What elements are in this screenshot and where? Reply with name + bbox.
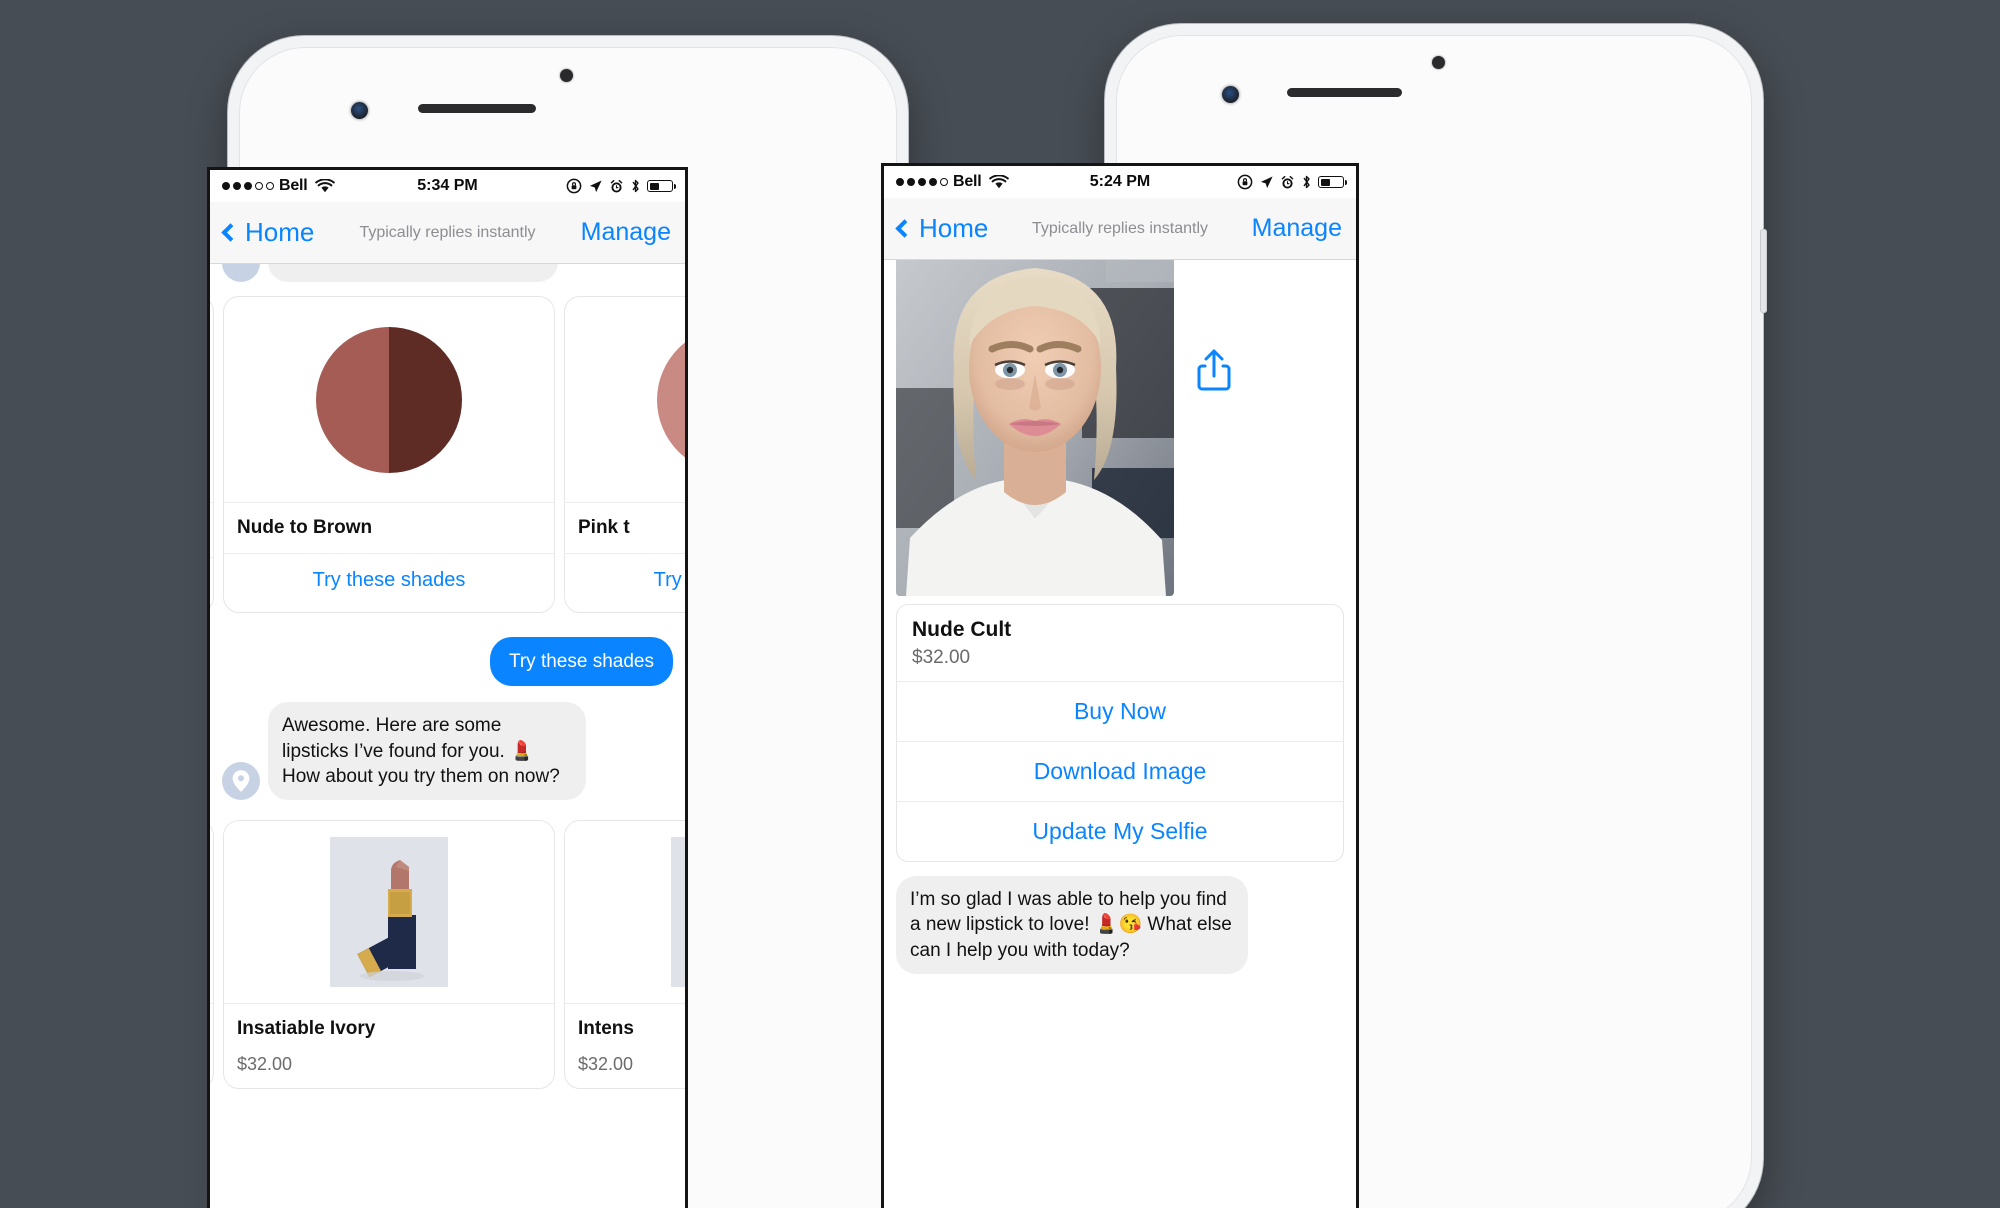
product-image-2: [565, 821, 685, 1004]
product-name-2: Intens: [565, 1003, 685, 1054]
earpiece-speaker: [418, 104, 536, 113]
product-detail-card[interactable]: Nude Cult $32.00 Buy Now Download Image …: [896, 604, 1344, 862]
conversation-left[interactable]: Nude to Brown Try these shades Pink t Tr…: [210, 264, 685, 1208]
buy-now-button[interactable]: Buy Now: [897, 681, 1343, 741]
chevron-left-icon-right: [895, 219, 914, 238]
back-label-right: Home: [919, 213, 989, 243]
product-price-2: $32.00: [578, 1054, 634, 1075]
shade-card-pink[interactable]: Pink t Try these shades: [564, 296, 685, 613]
two-tone-swatch-icon: [316, 326, 462, 473]
two-tone-swatch-icon-2: [657, 326, 685, 473]
partial-message-row: [222, 264, 558, 282]
shade-card-title: Nude to Brown: [224, 502, 554, 553]
message-row-incoming-right: I’m so glad I was able to help you find …: [884, 876, 1356, 974]
selfie-row: [884, 260, 1356, 596]
proximity-sensor-icon: [560, 69, 573, 82]
carrier-label-right: Bell: [953, 173, 982, 190]
wifi-icon-right: [988, 174, 1009, 188]
try-these-shades-button-2[interactable]: Try these shades: [565, 553, 685, 607]
screen-left: Bell 5:34 PM Home Typically replies inst…: [210, 170, 685, 1208]
product-price: $32.00: [237, 1054, 293, 1075]
screen-right: Bell 5:24 PM Home Typically replies inst…: [884, 166, 1356, 1208]
proximity-sensor-icon-right: [1432, 56, 1445, 69]
avatar: [222, 264, 260, 282]
product-detail-name: Nude Cult: [912, 618, 1012, 641]
back-to-home-button-right[interactable]: Home: [895, 213, 989, 244]
conversation-right[interactable]: Nude Cult $32.00 Buy Now Download Image …: [884, 260, 1356, 1208]
back-to-home-button[interactable]: Home: [221, 217, 315, 248]
nav-bar-right: Home Typically replies instantly Manage: [884, 198, 1356, 260]
status-bar-right: Bell 5:24 PM: [884, 166, 1356, 198]
shade-card-nude-to-brown[interactable]: Nude to Brown Try these shades: [223, 296, 555, 613]
carrier-label: Bell: [279, 177, 308, 194]
product-name: Insatiable Ivory: [224, 1003, 554, 1054]
status-icons-right-2: [1237, 174, 1347, 190]
map-pin-icon: [232, 770, 250, 792]
incoming-message-bubble-right: I’m so glad I was able to help you find …: [896, 876, 1248, 974]
selfie-photo[interactable]: [896, 260, 1174, 596]
chevron-left-icon: [221, 223, 240, 242]
lipstick-photo: [330, 837, 448, 988]
bluetooth-icon: [632, 179, 639, 193]
signal-strength-icon: [222, 182, 274, 190]
shade-card-title-2: Pink t: [565, 502, 685, 553]
product-detail-head: Nude Cult $32.00: [897, 605, 1343, 681]
status-icons-right: [566, 178, 676, 194]
product-detail-price: $32.00: [912, 647, 971, 668]
bot-avatar: [222, 762, 260, 801]
battery-icon: [647, 180, 676, 192]
incoming-message-bubble: Awesome. Here are some lipsticks I’ve fo…: [268, 702, 586, 801]
product-carousel[interactable]: Insatiable Ivory $32.00 Intens $32.00: [210, 820, 685, 1090]
manage-button-right[interactable]: Manage: [1252, 214, 1342, 243]
status-bar-left: Bell 5:34 PM: [210, 170, 685, 202]
partial-bubble: [268, 264, 558, 282]
location-arrow-icon-right: [1260, 176, 1273, 188]
alarm-clock-icon: [610, 179, 623, 192]
status-signal-group-right: Bell: [896, 173, 1009, 191]
product-card-intense[interactable]: Intens $32.00: [564, 820, 685, 1090]
product-image: [224, 821, 554, 1004]
shade-swatch-image-2: [565, 297, 685, 502]
power-button-right[interactable]: [1760, 229, 1767, 313]
back-label: Home: [245, 217, 315, 247]
share-button[interactable]: [1196, 348, 1232, 397]
rotation-lock-icon-right: [1237, 174, 1253, 190]
front-camera-icon: [351, 102, 368, 119]
lipstick-photo-2: [671, 837, 685, 988]
product-card-previous-partial[interactable]: [210, 820, 214, 1090]
battery-icon-right: [1318, 176, 1347, 188]
location-arrow-icon: [589, 180, 602, 192]
share-icon: [1197, 349, 1231, 391]
message-row-incoming: Awesome. Here are some lipsticks I’ve fo…: [210, 702, 685, 801]
manage-button[interactable]: Manage: [581, 218, 671, 247]
rotation-lock-icon: [566, 178, 582, 194]
message-row-outgoing: Try these shades: [210, 637, 685, 687]
nav-bar-left: Home Typically replies instantly Manage: [210, 202, 685, 264]
try-these-shades-button[interactable]: Try these shades: [224, 553, 554, 607]
download-image-button[interactable]: Download Image: [897, 741, 1343, 801]
shade-carousel[interactable]: Nude to Brown Try these shades Pink t Tr…: [210, 296, 685, 613]
front-camera-icon-right: [1222, 86, 1239, 103]
signal-strength-icon-right: [896, 178, 948, 186]
wifi-icon: [314, 178, 335, 192]
status-signal-group: Bell: [222, 177, 335, 195]
alarm-clock-icon-right: [1281, 175, 1294, 188]
card-previous-partial[interactable]: [210, 296, 214, 613]
earpiece-speaker-right: [1287, 88, 1402, 97]
shade-swatch-image: [224, 297, 554, 502]
bluetooth-icon-right: [1303, 175, 1310, 189]
outgoing-message-bubble[interactable]: Try these shades: [489, 637, 673, 687]
product-card-insatiable-ivory[interactable]: Insatiable Ivory $32.00: [223, 820, 555, 1090]
update-my-selfie-button[interactable]: Update My Selfie: [897, 801, 1343, 861]
